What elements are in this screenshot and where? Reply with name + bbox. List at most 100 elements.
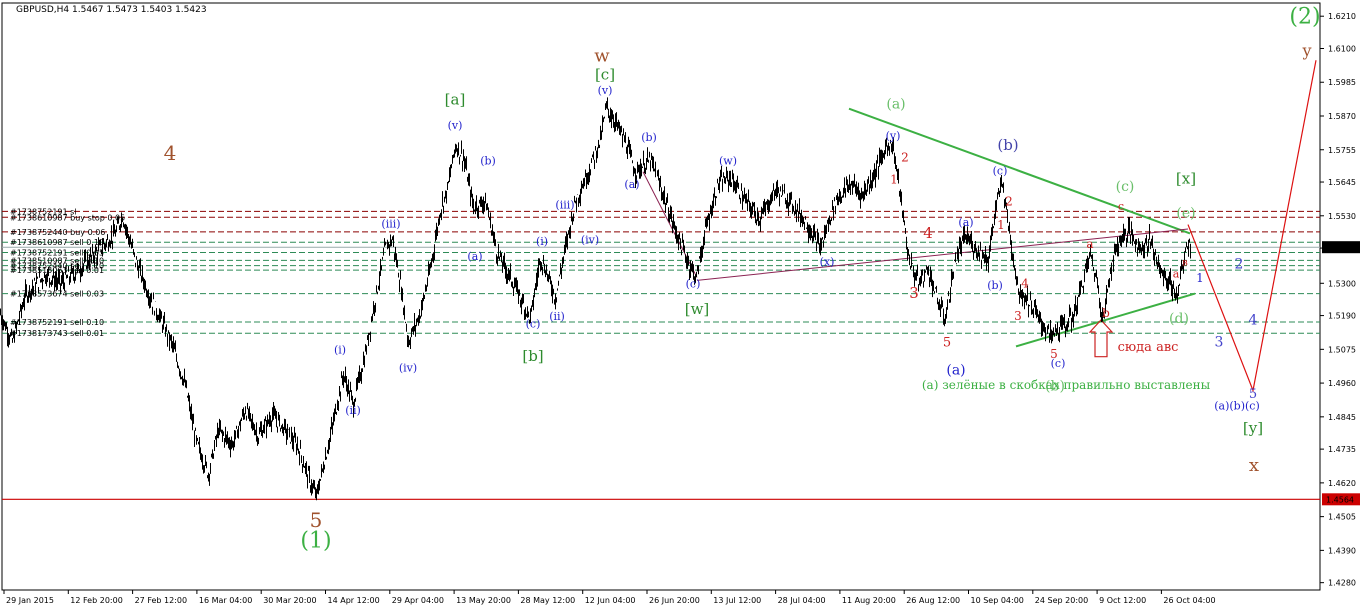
y-tick-label: 1.6100 bbox=[1328, 44, 1356, 53]
wave-label: (iv) bbox=[399, 361, 417, 374]
wave-label: (v) bbox=[598, 84, 613, 97]
wave-label: b bbox=[1102, 306, 1110, 320]
wave-label: (a)(b)(c) bbox=[1214, 399, 1260, 412]
order-label: #1738610987 buy stop 0.05 bbox=[10, 213, 125, 222]
wave-label: a bbox=[1086, 237, 1093, 251]
wave-label: 1 bbox=[890, 173, 898, 187]
wave-label: (iv) bbox=[581, 234, 599, 247]
wave-label: (1) bbox=[300, 528, 331, 553]
y-tick-label: 1.5755 bbox=[1328, 146, 1356, 155]
wave-label: 1 bbox=[1196, 271, 1204, 285]
wave-label: 3 bbox=[909, 284, 919, 302]
wave-label: (iii) bbox=[555, 198, 574, 211]
wave-label: 3 bbox=[1215, 334, 1224, 350]
wave-label: (c) bbox=[686, 278, 701, 291]
price-axis: 1.6210 1.6100 1.5985 1.5870 1.5755 1.5645 1.55… bbox=[1320, 12, 1360, 588]
order-label: #1738752191 sell 0.10 bbox=[10, 318, 104, 327]
up-arrow-icon bbox=[1088, 319, 1114, 358]
wave-label: (a) bbox=[624, 178, 639, 191]
wave-label: (i) bbox=[334, 344, 346, 357]
wave-label: (c) bbox=[1116, 179, 1135, 195]
x-tick-label: 29 Jan 2015 bbox=[6, 596, 54, 605]
y-tick-label: 1.5300 bbox=[1328, 279, 1356, 288]
wave-label: [a] bbox=[445, 90, 466, 108]
wave-label: (a) bbox=[467, 250, 482, 263]
y-tick-label: 1.5985 bbox=[1328, 78, 1356, 87]
x-tick-label: 26 Jun 20:00 bbox=[649, 596, 700, 605]
wave-label: [c] bbox=[595, 65, 615, 83]
y-tick-label: 1.4620 bbox=[1328, 479, 1356, 488]
y-tick-label: 1.6210 bbox=[1328, 12, 1356, 21]
y-tick-label: 1.5645 bbox=[1328, 178, 1356, 187]
x-tick-label: 11 Aug 20:00 bbox=[842, 596, 896, 605]
wave-label: 2 bbox=[1235, 257, 1244, 273]
y-tick-label: 1.4845 bbox=[1328, 413, 1356, 422]
wave-label: (iii) bbox=[381, 218, 400, 231]
wave-label: (2) bbox=[1289, 5, 1320, 30]
wave-label: [y] bbox=[1243, 419, 1263, 437]
y-tick-label: 1.4390 bbox=[1328, 546, 1356, 555]
wave-label: (ii) bbox=[549, 310, 565, 323]
wave-label: 5 bbox=[943, 335, 951, 350]
x-tick-label: 12 Feb 20:00 bbox=[70, 596, 122, 605]
x-tick-label: 26 Oct 04:00 bbox=[1163, 596, 1215, 605]
order-label: #1738752440 buy 0.06 bbox=[10, 228, 105, 237]
x-tick-label: 10 Sep 04:00 bbox=[971, 596, 1024, 605]
wave-label: a bbox=[1173, 267, 1180, 280]
x-tick-label: 16 Mar 04:00 bbox=[199, 596, 252, 605]
wave-label: (a) bbox=[886, 97, 905, 113]
wave-label: (v) bbox=[448, 119, 463, 132]
wave-label: w bbox=[594, 46, 610, 67]
x-tick-label: 14 Apr 12:00 bbox=[328, 596, 380, 605]
y-tick-label: 1.4505 bbox=[1328, 513, 1356, 522]
wave-label: (ii) bbox=[345, 404, 361, 417]
wave-label: в bbox=[1182, 258, 1188, 269]
x-tick-label: 28 May 12:00 bbox=[520, 596, 575, 605]
x-tick-label: 24 Sep 20:00 bbox=[1035, 596, 1088, 605]
triangle-upper-line bbox=[848, 107, 1191, 235]
wave-label: 2 bbox=[901, 150, 909, 164]
wave-label: (a) bbox=[946, 362, 965, 378]
wave-label: x bbox=[1249, 455, 1259, 476]
symbol-header: GBPUSD,H4 1.5467 1.5473 1.5403 1.5423 bbox=[16, 5, 207, 15]
price-chart[interactable]: #1738752191 sl#1738610987 buy stop 0.05#… bbox=[0, 0, 1362, 608]
y-tick-label: 1.5075 bbox=[1328, 345, 1356, 354]
time-axis: 29 Jan 2015 12 Feb 20:00 27 Feb 12:00 16 Ma… bbox=[3, 590, 1216, 605]
wave-label: (x) bbox=[820, 256, 835, 269]
wave-label: (e) bbox=[1176, 205, 1195, 221]
wave-label: [w] bbox=[685, 300, 710, 318]
wave-labels: 45(1)(i)(ii)(iii)(iv)[a](v)(a)(b)(c)[b](… bbox=[164, 5, 1321, 554]
wave-label: 2 bbox=[1005, 195, 1013, 209]
x-tick-label: 13 May 20:00 bbox=[456, 596, 511, 605]
plot-border bbox=[1, 2, 1321, 591]
x-tick-label: 9 Oct 12:00 bbox=[1099, 596, 1146, 605]
y-tick-label: 1.4280 bbox=[1328, 579, 1356, 588]
price-series bbox=[0, 97, 1191, 501]
wave-label: 4 bbox=[164, 141, 177, 165]
wave-label: (b) bbox=[480, 154, 496, 167]
price-bars bbox=[0, 97, 1191, 501]
wave-label: [b] bbox=[522, 347, 543, 365]
wave-label: (c) bbox=[526, 317, 541, 330]
y-tick-label: 1.5190 bbox=[1328, 312, 1356, 321]
x-tick-label: 26 Aug 12:00 bbox=[906, 596, 960, 605]
wave-label: 4 bbox=[923, 224, 933, 242]
wave-label: (y) bbox=[886, 129, 901, 142]
wave-label: (b) bbox=[997, 136, 1018, 154]
wave-label: 3 bbox=[1014, 309, 1022, 323]
wave-label: (b) bbox=[641, 131, 657, 144]
annotation: сюда авс bbox=[1118, 340, 1179, 355]
wave-label: (c) bbox=[993, 165, 1008, 178]
level-price-tag: 1.4564 bbox=[1326, 495, 1354, 504]
wave-label: (b) bbox=[987, 279, 1003, 292]
x-tick-label: 12 Jun 04:00 bbox=[585, 596, 636, 605]
annotation: (a) зелёные в скобках правильно выставле… bbox=[922, 378, 1211, 392]
wave-label: (a) bbox=[958, 216, 973, 229]
wave-label: (w) bbox=[719, 154, 737, 167]
chart-frame bbox=[1, 2, 1321, 591]
order-label: #1738610987 sell 0.10 bbox=[10, 238, 104, 247]
wave-label: c bbox=[1118, 200, 1124, 213]
order-label: #1738173743 sell 0.01 bbox=[10, 329, 104, 338]
wave-label: (c) bbox=[1051, 357, 1066, 370]
x-tick-label: 28 Jul 04:00 bbox=[778, 596, 826, 605]
